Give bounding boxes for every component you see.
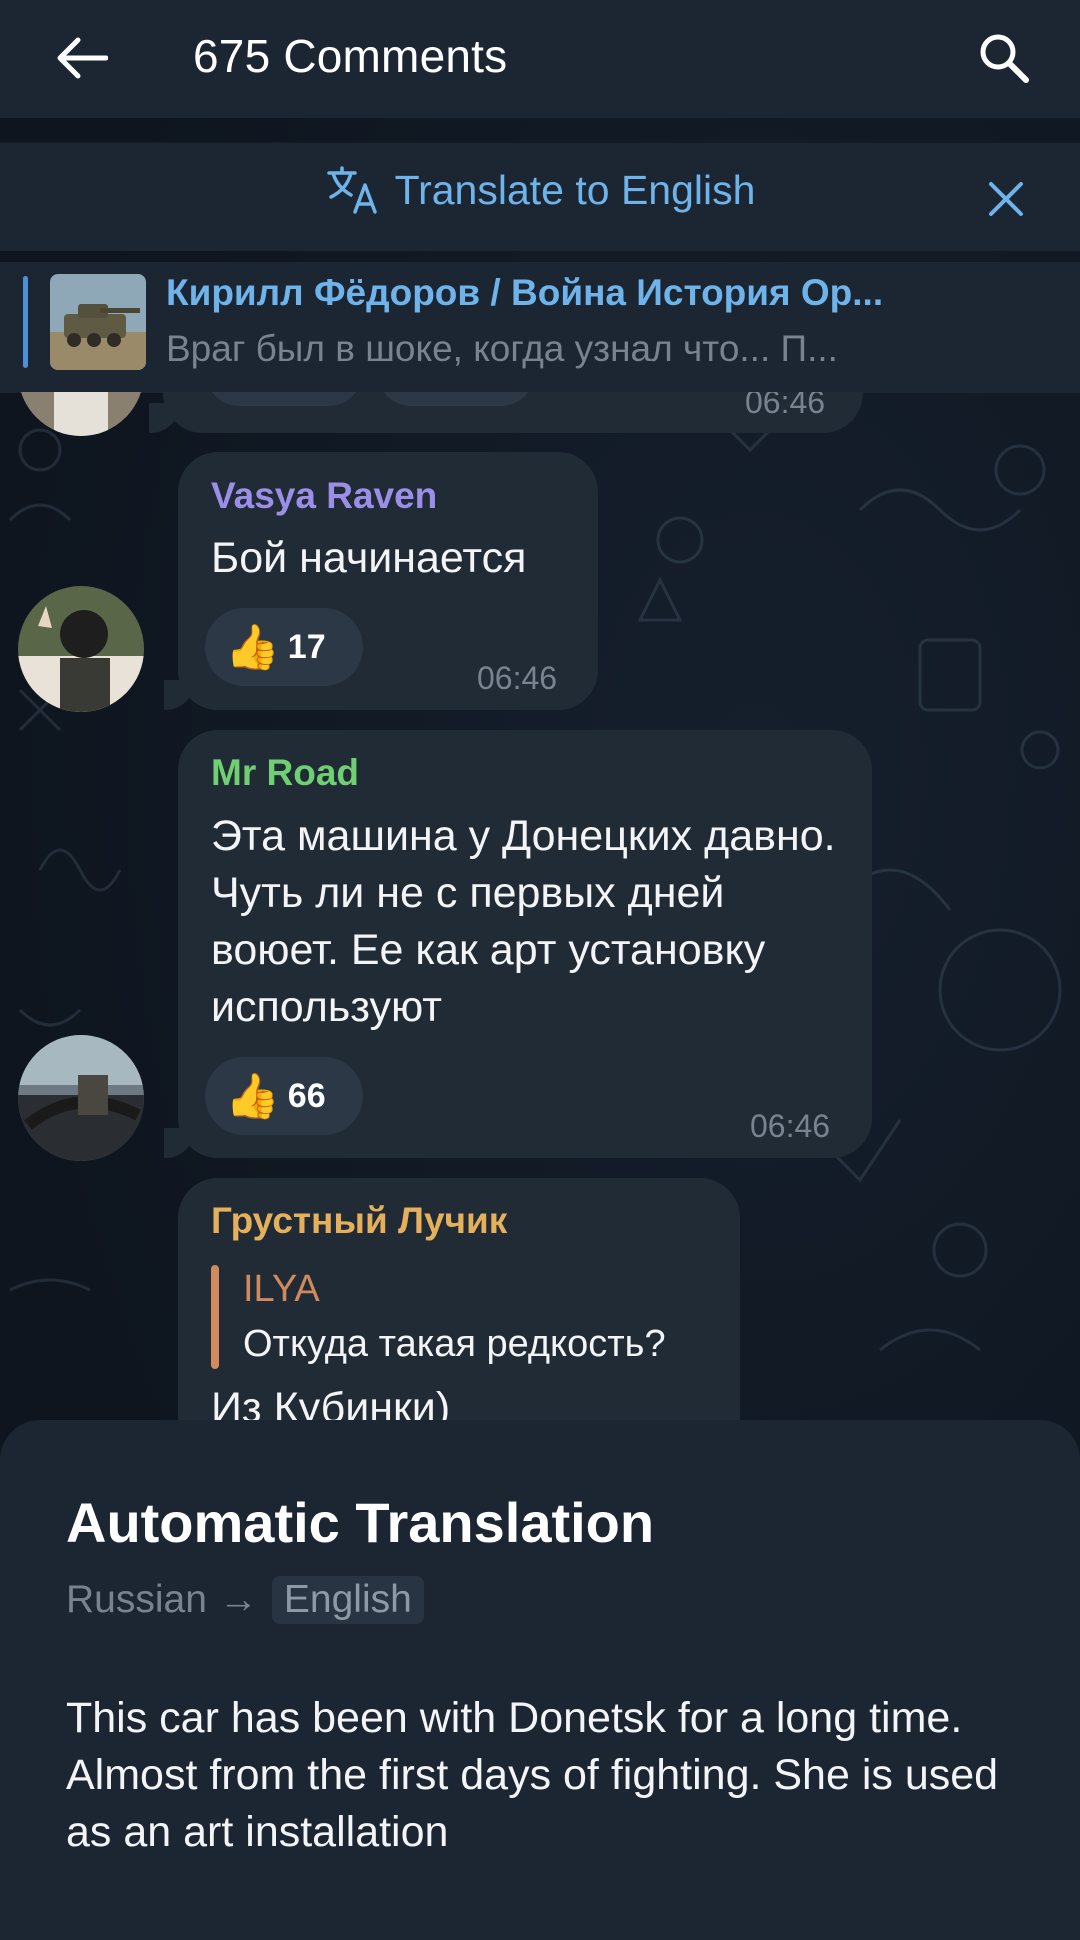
reply-quote[interactable] (211, 1265, 219, 1369)
translate-icon (326, 166, 377, 214)
message-sender[interactable]: Vasya Raven (211, 475, 437, 517)
close-icon (989, 182, 1023, 216)
source-language: Russian (66, 1578, 207, 1621)
avatar[interactable] (18, 1035, 144, 1161)
pinned-indicator-overlay (23, 276, 28, 368)
message-text: Эта машина у Донецких давно. Чуть ли не … (211, 812, 836, 1031)
reaction-chip[interactable]: 👍 17 (205, 608, 363, 686)
thumbs-up-icon: 👍 (225, 623, 280, 672)
reply-text: Откуда такая редкость? (243, 1323, 666, 1365)
translate-label: Translate to English (394, 166, 756, 213)
translate-bar: Translate to English (0, 142, 1080, 251)
message-time: 06:46 (750, 1108, 831, 1144)
back-button[interactable] (52, 30, 112, 86)
translation-sheet: Automatic Translation Russian → English … (0, 1420, 1080, 1940)
search-icon (980, 34, 1029, 83)
reaction-count: 66 (287, 1076, 326, 1115)
translate-button[interactable]: Translate to English (0, 165, 1080, 215)
message-time: 06:46 (477, 660, 558, 696)
sheet-title: Automatic Translation (66, 1491, 655, 1554)
message-sender[interactable]: Mr Road (211, 752, 359, 794)
pinned-title-overlay[interactable]: Кирилл Фёдоров / Война История Ор... (166, 272, 966, 314)
close-translate-button[interactable] (980, 173, 1032, 225)
reply-author: ILYA (243, 1268, 320, 1310)
target-language-selector[interactable]: English (271, 1576, 424, 1624)
message-text: Бой начинается (211, 534, 527, 582)
search-button[interactable] (974, 28, 1034, 88)
top-app-bar: 675 Comments (0, 0, 1080, 118)
pinned-text-overlay: Враг был в шоке, когда узнал что... П... (166, 328, 838, 369)
thumbs-up-icon: 👍 (225, 1072, 280, 1121)
avatar[interactable] (18, 586, 144, 712)
reaction-chip[interactable]: 👍 66 (205, 1057, 363, 1135)
translated-text: This car has been with Donetsk for a lon… (66, 1694, 999, 1856)
reaction-count: 17 (287, 627, 326, 666)
arrow-right-icon: → (218, 1578, 258, 1621)
language-row: Russian → English (66, 1576, 424, 1624)
pinned-thumbnail-overlay (50, 274, 146, 370)
message-sender[interactable]: Грустный Лучик (211, 1200, 507, 1242)
arrow-left-icon (57, 37, 108, 79)
page-title: 675 Comments (193, 30, 508, 82)
